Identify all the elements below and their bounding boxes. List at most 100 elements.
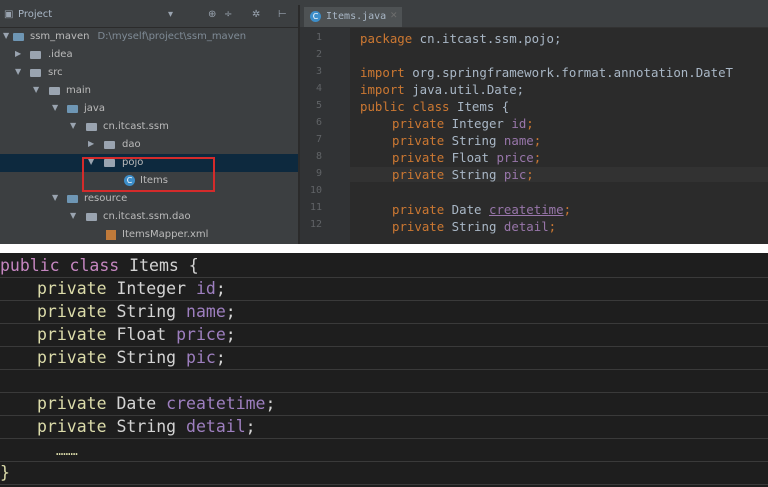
- ellipsis: ………: [56, 444, 78, 458]
- tree-item-idea[interactable]: ▶ .idea: [0, 46, 298, 64]
- field-name: price: [496, 150, 534, 165]
- tree-item-label: main: [66, 85, 91, 96]
- expand-arrow-icon[interactable]: ▼: [52, 193, 58, 202]
- code-snippet: public class Items { private Integer id;…: [0, 253, 768, 487]
- tree-item-cn-itcast-ssm[interactable]: ▼ cn.itcast.ssm: [0, 118, 298, 136]
- keyword: public class: [360, 99, 450, 114]
- semicolon: ;: [215, 348, 226, 367]
- expand-arrow-icon[interactable]: ▼: [3, 31, 9, 40]
- expand-arrow-icon[interactable]: ▼: [52, 103, 58, 112]
- folder-icon: [30, 69, 41, 77]
- tree-item-cn-itcast-ssm-dao[interactable]: ▼ cn.itcast.ssm.dao: [0, 208, 298, 226]
- keyword: private: [37, 394, 107, 413]
- source-folder-icon: [67, 105, 78, 113]
- tree-item-label: src: [48, 67, 63, 78]
- semicolon: ;: [533, 150, 542, 165]
- tree-item-label: dao: [122, 139, 141, 150]
- type-name: String: [106, 417, 187, 436]
- code-line: private Integer id;: [392, 116, 534, 131]
- tree-item-itemsmapper-xml[interactable]: ItemsMapper.xml: [0, 226, 298, 244]
- keyword: private: [392, 133, 445, 148]
- tree-item-java[interactable]: ▼ java: [0, 100, 298, 118]
- class-icon: C: [310, 11, 321, 22]
- keyword: private: [37, 302, 107, 321]
- code-text: java.util.Date;: [404, 82, 525, 97]
- field-name: name: [503, 133, 534, 148]
- semicolon: ;: [526, 116, 534, 131]
- tree-item-path: D:\myself\project\ssm_maven: [97, 31, 247, 42]
- type-name: String: [106, 348, 187, 367]
- line-number: 5: [315, 100, 322, 111]
- tree-item-label: cn.itcast.ssm.dao: [103, 211, 191, 222]
- code-line: package cn.itcast.ssm.pojo;: [360, 31, 561, 46]
- semicolon: ;: [563, 202, 572, 217]
- expand-arrow-icon[interactable]: ▶: [15, 49, 21, 58]
- folder-icon: [30, 51, 41, 59]
- tree-item-src[interactable]: ▼ src: [0, 64, 298, 82]
- code-text: cn.itcast.ssm.pojo;: [412, 31, 562, 46]
- close-icon[interactable]: ✕: [390, 11, 398, 21]
- code-text: Items {: [449, 99, 510, 114]
- field-name: price: [176, 325, 226, 344]
- type-name: Date: [444, 202, 489, 217]
- keyword: private: [392, 116, 445, 131]
- field-name: name: [186, 302, 226, 321]
- tree-item-dao[interactable]: ▶ dao: [0, 136, 298, 154]
- tab-label: Items.java: [326, 11, 387, 22]
- keyword: import: [360, 65, 405, 80]
- expand-arrow-icon[interactable]: ▼: [15, 67, 21, 76]
- tree-item-ssm-maven[interactable]: ▼ ssm_maven D:\myself\project\ssm_maven: [0, 28, 298, 46]
- tree-item-resource[interactable]: ▼ resource: [0, 190, 298, 208]
- keyword: public class: [0, 256, 120, 275]
- line-number: 1: [315, 32, 322, 43]
- gear-icon[interactable]: ✲: [252, 9, 260, 20]
- expand-arrow-icon[interactable]: ▼: [70, 121, 76, 130]
- dropdown-icon[interactable]: ▾: [168, 9, 173, 20]
- keyword: private: [37, 348, 107, 367]
- code-text: org.springframework.format.annotation.Da…: [404, 65, 733, 80]
- field-name: createtime: [166, 394, 266, 413]
- editor-tab-bar: C Items.java ✕: [300, 5, 768, 28]
- expand-arrow-icon[interactable]: ▼: [70, 211, 76, 220]
- project-panel-title[interactable]: Project: [18, 9, 52, 20]
- field-name: pic: [186, 348, 216, 367]
- type-name: Integer: [106, 279, 196, 298]
- line-number: 7: [315, 134, 322, 145]
- module-folder-icon: [13, 33, 24, 41]
- field-name: createtime: [488, 202, 564, 217]
- code-line: private String detail;: [392, 219, 556, 234]
- tree-item-label: ItemsMapper.xml: [122, 229, 209, 240]
- line-number: 3: [315, 66, 322, 77]
- tree-item-label: resource: [84, 193, 128, 204]
- tab-items-java[interactable]: C Items.java ✕: [304, 7, 402, 27]
- code-line: private Float price;: [392, 150, 541, 165]
- expand-arrow-icon[interactable]: ▶: [88, 139, 94, 148]
- tree-item-main[interactable]: ▼ main: [0, 82, 298, 100]
- line-number: 4: [315, 83, 322, 94]
- line-number: 6: [315, 117, 322, 128]
- resource-folder-icon: [67, 195, 78, 203]
- semicolon: ;: [265, 394, 276, 413]
- project-panel: ▣ Project ▾ ⊕ ÷ ✲ ⊢ ▼ ssm_maven D:\myself…: [0, 5, 298, 244]
- expand-arrow-icon[interactable]: ▼: [33, 85, 39, 94]
- hide-icon[interactable]: ⊢: [278, 9, 287, 20]
- tree-item-label: .idea: [48, 49, 73, 60]
- snippet-blank-line: [0, 370, 768, 393]
- snippet-line: ………: [0, 439, 768, 462]
- field-name: id: [511, 116, 527, 131]
- line-number-gutter: 1 2 3 4 5 6 7 8 9 10 11 12: [300, 27, 350, 244]
- type-name: String: [106, 302, 187, 321]
- package-icon: [104, 141, 115, 149]
- sync-icon[interactable]: ⊕: [208, 9, 216, 20]
- collapse-icon[interactable]: ÷: [224, 9, 232, 20]
- line-number: 11: [309, 202, 322, 213]
- keyword: private: [37, 325, 107, 344]
- type-name: String: [444, 219, 504, 234]
- semicolon: ;: [245, 417, 256, 436]
- code-editor[interactable]: C Items.java ✕ 1 2 3 4 5 6 7 8 9 10 11 1…: [300, 5, 768, 244]
- field-name: detail: [186, 417, 246, 436]
- project-panel-header: ▣ Project ▾ ⊕ ÷ ✲ ⊢: [0, 5, 298, 28]
- folder-icon: [49, 87, 60, 95]
- line-number: 8: [315, 151, 322, 162]
- type-name: String: [444, 133, 504, 148]
